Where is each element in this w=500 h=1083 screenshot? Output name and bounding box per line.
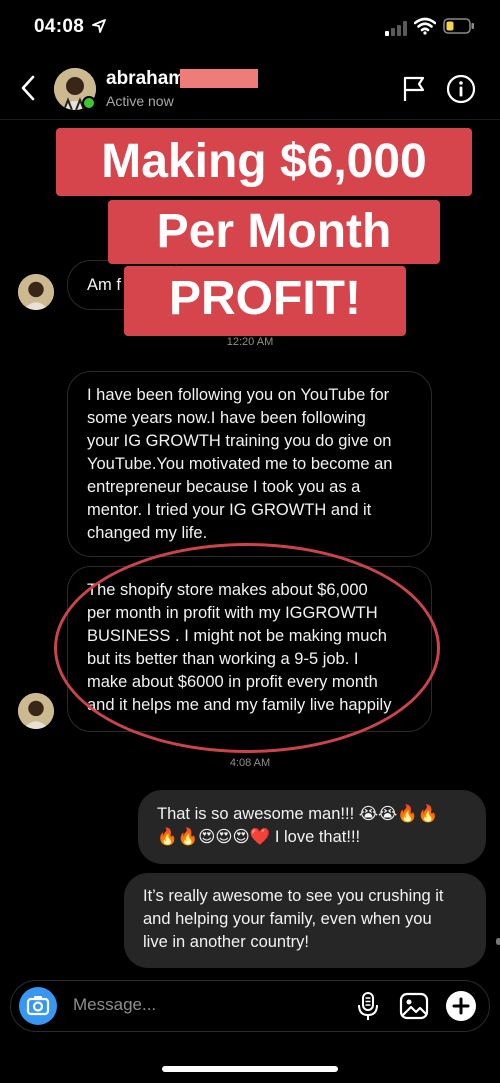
message-bubble-incoming[interactable]: The shopify store makes about $6,000 per… — [67, 566, 432, 732]
message-line: but its better than working a 9-5 job. I — [87, 650, 359, 668]
gallery-icon[interactable] — [399, 992, 429, 1020]
message-line: It’s really awesome to see you crushing … — [143, 887, 444, 905]
plus-icon — [452, 997, 470, 1015]
camera-icon — [26, 996, 50, 1016]
back-icon[interactable] — [16, 72, 40, 104]
chat-header: abraham Active now — [0, 60, 500, 120]
home-indicator[interactable] — [162, 1066, 338, 1072]
camera-button[interactable] — [19, 987, 57, 1025]
avatar-person-icon — [18, 693, 54, 729]
message-timestamp: 4:08 AM — [229, 757, 271, 769]
name-redaction — [180, 69, 258, 88]
message-timestamp: 12:20 AM — [226, 336, 274, 348]
overlay-headline-line: Per Month — [108, 200, 440, 264]
message-line: That is so awesome man!!! 😭😭🔥🔥 — [157, 805, 439, 823]
mic-icon[interactable] — [357, 991, 379, 1021]
message-input[interactable]: Message... — [73, 995, 156, 1015]
message-composer: Message... — [10, 980, 490, 1032]
message-bubble-outgoing[interactable]: It’s really awesome to see you crushing … — [124, 873, 486, 968]
message-line: changed my life. — [87, 524, 208, 542]
avatar — [18, 693, 54, 729]
message-line: and it helps me and my family live happi… — [87, 696, 392, 714]
location-arrow-icon — [92, 19, 106, 33]
info-icon[interactable] — [446, 74, 476, 104]
add-button[interactable] — [446, 991, 476, 1021]
message-line: make about $6000 in profit every month — [87, 673, 378, 691]
message-line: YouTube.You motivated me to become an — [87, 455, 393, 473]
message-line: per month in profit with my IGGROWTH — [87, 604, 378, 622]
scroll-indicator — [496, 938, 500, 945]
message-line: and helping your family, even when you — [143, 910, 432, 928]
signal-icon — [385, 21, 407, 36]
active-status: Active now — [106, 93, 174, 109]
avatar-person-icon — [18, 274, 54, 310]
message-line: some years now.I have been following — [87, 409, 366, 427]
message-line: BUSINESS . I might not be making much — [87, 627, 387, 645]
message-line: 🔥🔥😍😍😍❤️ I love that!!! — [157, 828, 361, 846]
message-line: mentor. I tried your IG GROWTH and it — [87, 501, 372, 519]
status-time: 04:08 — [34, 16, 85, 37]
message-text: Am f — [87, 276, 121, 294]
contact-name[interactable]: abraham — [106, 68, 185, 90]
message-line: your IG GROWTH training you do give on — [87, 432, 392, 450]
message-line: live in another country! — [143, 933, 310, 951]
online-status-dot — [82, 96, 96, 110]
flag-icon[interactable] — [402, 76, 426, 102]
overlay-headline-line: PROFIT! — [124, 266, 406, 336]
message-bubble-outgoing[interactable]: That is so awesome man!!! 😭😭🔥🔥 🔥🔥😍😍😍❤️ I… — [138, 790, 486, 864]
message-line: entrepreneur because I took you as a — [87, 478, 361, 496]
battery-icon — [443, 18, 474, 34]
overlay-headline-line: Making $6,000 — [56, 128, 472, 196]
message-bubble-incoming[interactable]: I have been following you on YouTube for… — [67, 371, 432, 557]
message-line: I have been following you on YouTube for — [87, 386, 390, 404]
wifi-icon — [414, 17, 436, 35]
avatar — [18, 274, 54, 310]
status-bar: 04:08 — [0, 0, 500, 56]
message-line: The shopify store makes about $6,000 — [87, 581, 368, 599]
